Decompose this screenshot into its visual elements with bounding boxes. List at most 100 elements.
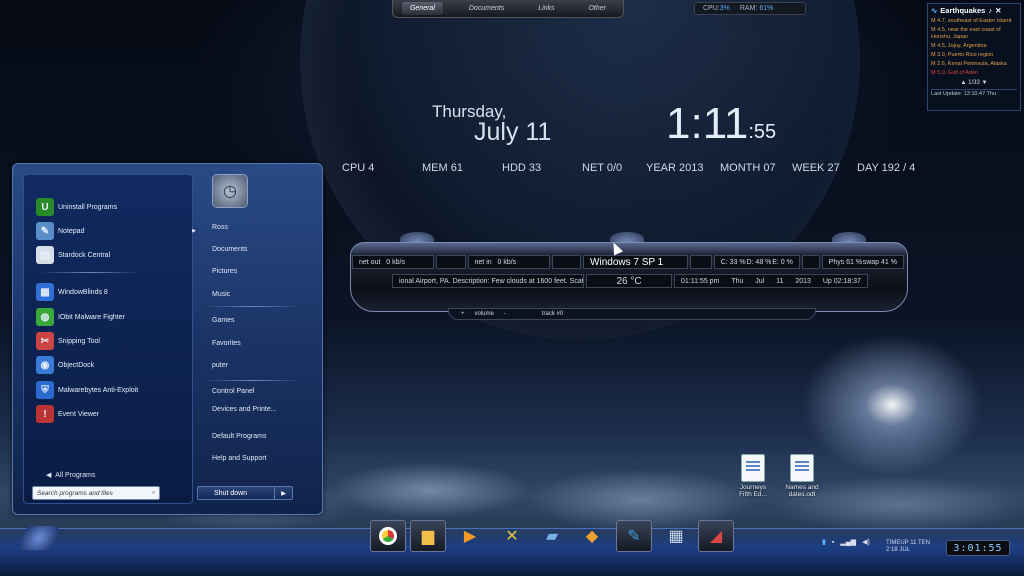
event-viewer-icon: ! [36, 405, 54, 423]
prev-icon[interactable]: ▲ [961, 80, 967, 86]
start-link-favorites[interactable]: Favorites [212, 340, 241, 347]
chrome-icon[interactable] [370, 520, 406, 552]
start-link-help-and-support[interactable]: Help and Support [212, 455, 266, 462]
start-link-control-panel[interactable]: Control Panel [212, 388, 254, 395]
start-link-music[interactable]: Music [212, 291, 230, 298]
windows-version: Windows 7 SP 1 [583, 255, 689, 269]
start-link-games[interactable]: Games [212, 317, 235, 324]
explorer-icon[interactable]: ▆ [410, 520, 446, 552]
search-input[interactable]: Search programs and files ⌕ [32, 486, 160, 500]
tab-links[interactable]: Links [530, 2, 562, 15]
start-link-devices-and-printe[interactable]: Devices and Printe... [212, 406, 277, 413]
music-note-icon[interactable]: ♪ [988, 6, 992, 15]
app-glyph: ◆ [585, 528, 599, 545]
start-link-default-programs[interactable]: Default Programs [212, 433, 266, 440]
stat-net: NET 0/0 [582, 162, 623, 174]
program-item-windowblinds[interactable]: ▦ WindowBlinds 8 [36, 281, 196, 303]
quake-last-update: Last Update: 13:10:47 Thu [931, 89, 1017, 98]
desktop-icon-label: Journeys Fifth Ed... [739, 484, 767, 498]
start-link-pictures[interactable]: Pictures [212, 268, 237, 275]
stat-cpu: CPU 4 [342, 162, 375, 174]
earthquakes-title: Earthquakes [940, 6, 986, 15]
app-red-icon[interactable]: ◢ [698, 520, 734, 552]
all-programs-label: All Programs [55, 472, 96, 479]
start-link-puter[interactable]: puter [212, 362, 228, 369]
shutdown-options-icon[interactable]: ▶ [274, 487, 292, 499]
quake-item[interactable]: M 4.7, southeast of Easter Island [931, 18, 1017, 25]
program-item-stardock[interactable]: ▤ Stardock Central [36, 244, 196, 266]
tray-clock-line2: 2:18 JUL [886, 546, 911, 553]
next-icon[interactable]: ▼ [982, 80, 988, 86]
program-item-uninstall[interactable]: U Uninstall Programs [36, 196, 196, 218]
program-label: Event Viewer [58, 410, 100, 418]
notepad-icon: ✎ [36, 222, 54, 240]
stat-week: WEEK 27 [792, 162, 840, 174]
program-label: Snipping Tool [58, 337, 100, 345]
writer-icon[interactable]: ✎ [616, 520, 652, 552]
cpu-label: CPU: [703, 5, 720, 12]
player-year: 2013 [795, 277, 811, 285]
desktop-icon-journeys[interactable]: Journeys Fifth Ed... [733, 454, 773, 498]
stat-year: YEAR 2013 [646, 162, 704, 174]
user-avatar[interactable]: ◷ [212, 174, 248, 208]
quake-item[interactable]: M 2.6, Kenai Peninsula, Alaska [931, 61, 1017, 68]
stat-hdd: HDD 33 [502, 162, 542, 174]
track-label: track #0 [541, 311, 564, 317]
separator [205, 306, 301, 307]
program-item-iobit[interactable]: ◍ IObit Malware Fighter [36, 306, 196, 328]
datetime-uptime: 01:11:55 pm Thu Jul 11 2013 Up 02:18:37 [674, 274, 868, 288]
tab-documents[interactable]: Documents [461, 2, 512, 15]
memory-usage: Phys 61 % swap 41 % [821, 255, 904, 269]
notepad-taskbar-icon[interactable]: ▰ [534, 520, 570, 552]
volume-icon[interactable]: ◀) [862, 538, 870, 546]
arrow-left-icon: ◀ [46, 472, 54, 479]
net-out-label: net out [359, 258, 381, 266]
player-month: Jul [755, 277, 765, 285]
stardock-icon: ▤ [36, 246, 54, 264]
tab-other[interactable]: Other [580, 2, 614, 15]
shutdown-button[interactable]: Shut down ▶ [197, 486, 293, 500]
tab-general[interactable]: General [401, 2, 443, 15]
stat-month: MONTH 07 [720, 162, 776, 174]
pad-glyph: ▰ [545, 528, 559, 545]
start-link-ross[interactable]: Ross [212, 224, 228, 231]
media-player-icon[interactable]: ▶ [452, 520, 488, 552]
tray-clock[interactable]: TIMEUP 11 TEN 2:18 JUL [886, 540, 930, 553]
player-uptime: Up 02:18:37 [822, 277, 861, 285]
player-time: 01:11:55 pm [681, 277, 720, 285]
program-label: ObjectDock [58, 361, 95, 369]
desktop-icon-names[interactable]: Names and dates.odt [782, 454, 822, 498]
volume-up-button[interactable]: + [461, 311, 465, 317]
program-item-malwarebytes[interactable]: ⛨ Malwarebytes Anti-Exploit [36, 379, 196, 401]
uninstall-icon: U [36, 198, 54, 216]
malwarebytes-icon: ⛨ [36, 381, 54, 399]
close-icon[interactable]: ✕ [995, 6, 1001, 15]
program-label: Notepad [58, 227, 85, 235]
quake-item[interactable]: M 3.0, Puerto Rico region [931, 52, 1017, 59]
quake-item[interactable]: M 4.5, Jujuy, Argentina [931, 43, 1017, 50]
quake-item[interactable]: M 5.0, Gulf of Aden [931, 70, 1017, 77]
document-icon [741, 454, 765, 482]
program-item-scissors[interactable]: ✂ Snipping Tool [36, 330, 196, 352]
program-item-objectdock[interactable]: ◉ ObjectDock [36, 354, 196, 376]
firefox-like-icon[interactable]: ◆ [574, 520, 610, 552]
all-programs-button[interactable]: ◀ All Programs [46, 471, 95, 479]
network-icon[interactable]: ▂▄▆ [840, 538, 856, 546]
chrome-logo [379, 527, 397, 545]
usb-icon[interactable]: ▮ [822, 538, 826, 546]
volume-down-button[interactable]: - [504, 311, 506, 317]
calculator-icon[interactable]: ▦ [658, 520, 694, 552]
tools-icon[interactable]: ✕ [494, 520, 530, 552]
drive-e: E: 0 % [772, 258, 793, 266]
program-item-notepad[interactable]: ✎ Notepad ▶ [36, 220, 196, 242]
program-label: Stardock Central [58, 251, 111, 259]
play-glyph: ▶ [463, 528, 477, 545]
program-item-event-viewer[interactable]: ! Event Viewer [36, 403, 196, 425]
tray-flag-icon[interactable]: ▪ [832, 539, 834, 546]
net-in-label: net in [474, 258, 492, 266]
temperature: 26 °C [586, 274, 672, 288]
quake-item[interactable]: M 4.5, near the east coast of Honshu, Ja… [931, 27, 1017, 41]
volume-label: volume [474, 311, 494, 317]
sysmonitor-player-widget: net out 0 kb/s net in 0 kb/s Windows 7 S… [350, 232, 908, 324]
start-link-documents[interactable]: Documents [212, 246, 247, 253]
